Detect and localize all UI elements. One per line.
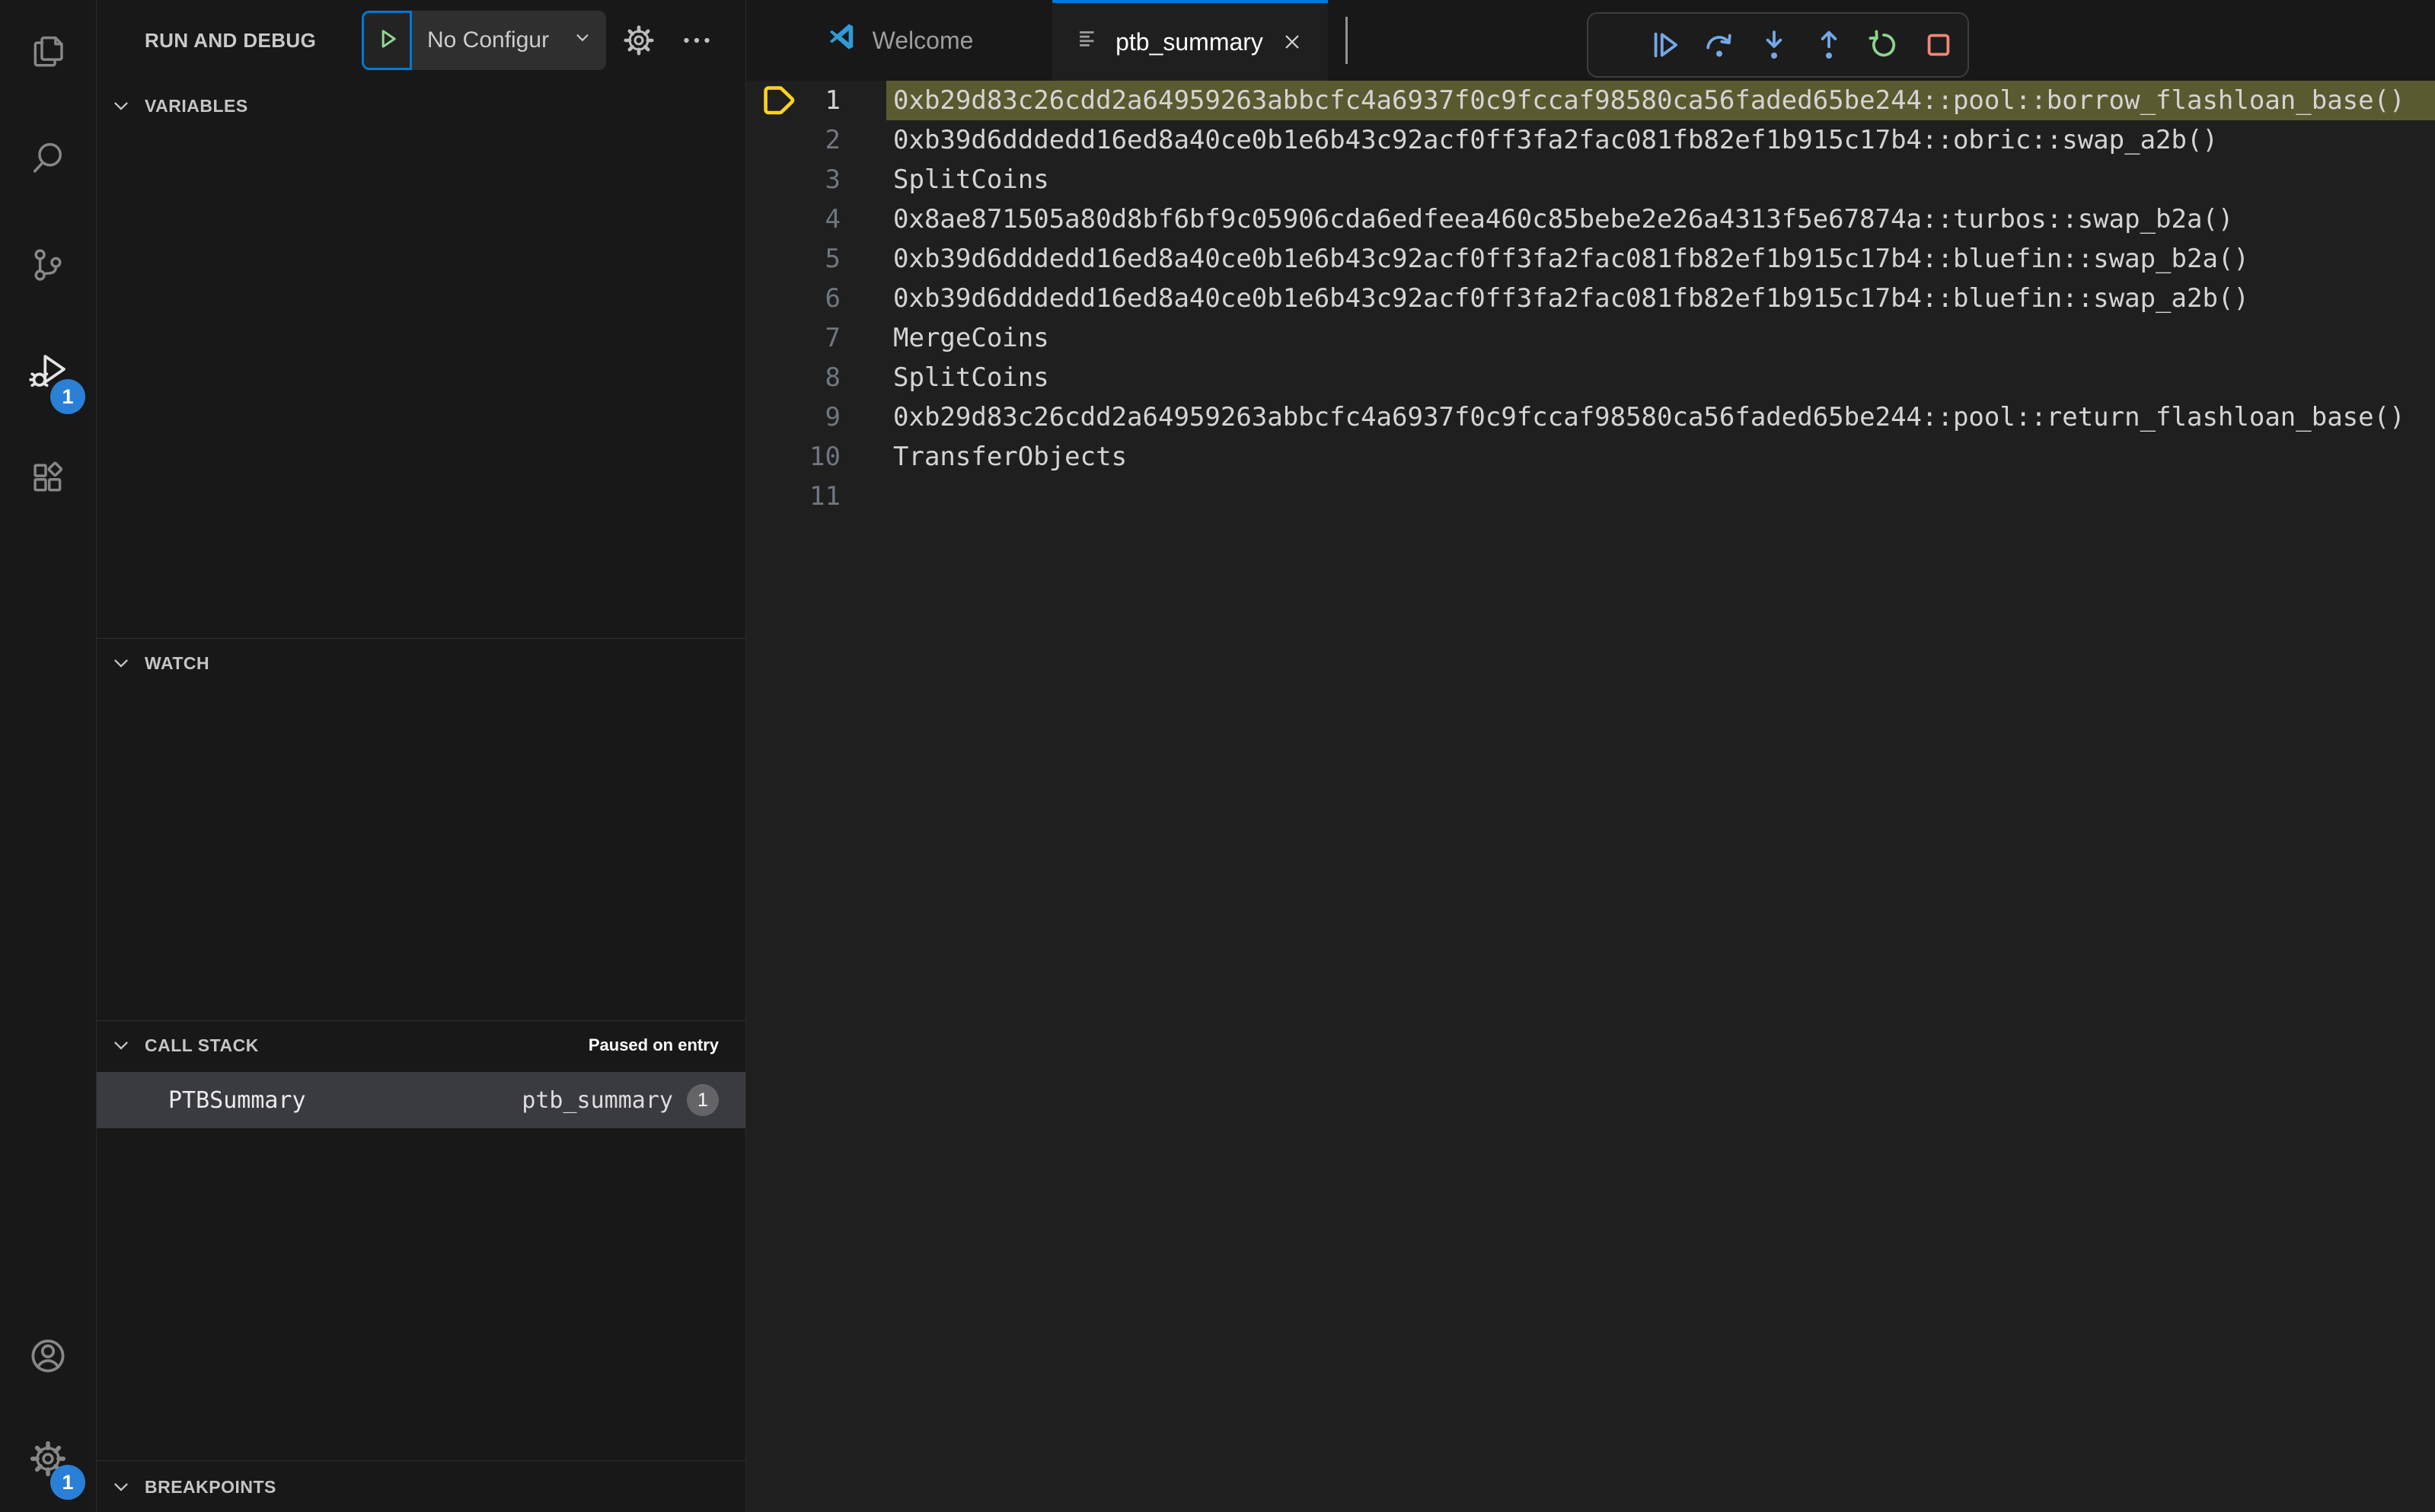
activity-item-account[interactable] xyxy=(0,1306,96,1409)
code-line[interactable]: 5 0xb39d6dddedd16ed8a40ce0b1e6b43c92acf0… xyxy=(746,239,2435,279)
frame-badge: 1 xyxy=(687,1084,719,1116)
activity-bar: 1 1 xyxy=(0,0,97,1512)
config-dropdown[interactable]: No Configur xyxy=(412,11,606,70)
run-debug-sidebar: RUN AND DEBUG No Configur VARIABLES WATC… xyxy=(97,0,746,1512)
stop-button[interactable] xyxy=(1920,27,1957,63)
line-number: 2 xyxy=(825,125,841,155)
code-text: SplitCoins xyxy=(893,362,1049,393)
frame-file: ptb_summary xyxy=(522,1086,673,1114)
launch-config-group: No Configur xyxy=(362,11,606,70)
sidebar-header: RUN AND DEBUG No Configur xyxy=(97,0,745,81)
code-text: 0xb39d6dddedd16ed8a40ce0b1e6b43c92acf0ff… xyxy=(893,283,2249,314)
step-out-button[interactable] xyxy=(1811,27,1847,63)
continue-button[interactable] xyxy=(1646,27,1683,63)
line-number: 8 xyxy=(825,362,841,393)
line-number: 6 xyxy=(825,283,841,314)
chevron-down-icon xyxy=(110,1476,132,1498)
code-line[interactable]: 8 SplitCoins xyxy=(746,358,2435,397)
line-number: 4 xyxy=(825,204,841,234)
close-icon[interactable] xyxy=(1278,28,1306,56)
current-line-arrow-icon xyxy=(762,85,800,120)
sidebar-title: RUN AND DEBUG xyxy=(145,28,317,52)
config-dropdown-label: No Configur xyxy=(427,27,550,53)
activity-item-run-debug[interactable]: 1 xyxy=(0,320,96,426)
code-line[interactable]: 6 0xb39d6dddedd16ed8a40ce0b1e6b43c92acf0… xyxy=(746,279,2435,318)
tab-ptb-summary[interactable]: ptb_summary xyxy=(1052,0,1328,81)
line-number: 11 xyxy=(809,481,841,512)
activity-item-source-control[interactable] xyxy=(0,213,96,320)
tab-welcome[interactable]: Welcome xyxy=(746,0,1052,81)
code-line[interactable]: 11 xyxy=(746,477,2435,516)
explorer-icon xyxy=(28,32,68,75)
code-text: 0xb29d83c26cdd2a64959263abbcfc4a6937f0c9… xyxy=(893,402,2405,432)
tab-drag-indicator xyxy=(1345,17,1348,64)
debug-badge: 1 xyxy=(50,379,85,414)
chevron-down-icon xyxy=(110,95,132,116)
restart-button[interactable] xyxy=(1865,27,1902,63)
section-divider xyxy=(97,1460,745,1461)
code-line[interactable]: 1 0xb29d83c26cdd2a64959263abbcfc4a6937f0… xyxy=(746,81,2435,120)
vscode-logo-icon xyxy=(825,21,857,59)
chevron-down-icon xyxy=(110,1035,132,1056)
chevron-down-icon xyxy=(573,27,592,53)
code-text: SplitCoins xyxy=(893,164,1049,195)
code-text: 0xb39d6dddedd16ed8a40ce0b1e6b43c92acf0ff… xyxy=(893,244,2249,274)
debug-toolbar xyxy=(1587,12,1969,78)
call-stack-frame-row[interactable]: PTBSummary ptb_summary 1 xyxy=(97,1072,745,1128)
more-actions-button[interactable] xyxy=(675,0,718,81)
paused-status: Paused on entry xyxy=(588,1035,719,1054)
activity-item-search[interactable] xyxy=(0,107,96,213)
start-debug-button[interactable] xyxy=(362,11,412,70)
code-text: MergeCoins xyxy=(893,323,1049,353)
file-lines-icon xyxy=(1074,26,1100,58)
tab-label: ptb_summary xyxy=(1115,27,1263,56)
toolbar-drag-handle[interactable] xyxy=(1604,27,1628,63)
tab-label: Welcome xyxy=(872,26,974,54)
account-icon xyxy=(27,1335,69,1381)
debug-settings-gear-button[interactable] xyxy=(618,0,660,81)
activity-item-explorer[interactable] xyxy=(0,0,96,107)
step-over-button[interactable] xyxy=(1701,27,1738,63)
editor-group: Welcome ptb_summary 1 0xb29d83c26cdd2a64… xyxy=(746,0,2435,1512)
play-icon xyxy=(374,26,400,56)
activity-item-settings[interactable]: 1 xyxy=(0,1409,96,1512)
code-line[interactable]: 3 SplitCoins xyxy=(746,160,2435,199)
activity-item-extensions[interactable] xyxy=(0,426,96,533)
search-icon xyxy=(28,139,68,182)
code-text: 0xb39d6dddedd16ed8a40ce0b1e6b43c92acf0ff… xyxy=(893,125,2218,155)
watch-section-header[interactable]: WATCH xyxy=(97,640,745,687)
section-divider xyxy=(97,1020,745,1021)
breakpoints-section-header[interactable]: BREAKPOINTS xyxy=(97,1463,745,1510)
line-number: 5 xyxy=(825,244,841,274)
line-number: 9 xyxy=(825,402,841,432)
frame-name: PTBSummary xyxy=(168,1086,306,1114)
line-number: 3 xyxy=(825,164,841,195)
code-line[interactable]: 2 0xb39d6dddedd16ed8a40ce0b1e6b43c92acf0… xyxy=(746,120,2435,160)
code-text: TransferObjects xyxy=(893,442,1128,472)
source-control-icon xyxy=(28,245,68,289)
code-line[interactable]: 10 TransferObjects xyxy=(746,437,2435,477)
code-area[interactable]: 1 0xb29d83c26cdd2a64959263abbcfc4a6937f0… xyxy=(746,81,2435,516)
code-line[interactable]: 9 0xb29d83c26cdd2a64959263abbcfc4a6937f0… xyxy=(746,397,2435,437)
variables-section-header[interactable]: VARIABLES xyxy=(97,82,745,129)
code-text: 0xb29d83c26cdd2a64959263abbcfc4a6937f0c9… xyxy=(886,81,2435,120)
code-line[interactable]: 7 MergeCoins xyxy=(746,318,2435,358)
line-number: 10 xyxy=(809,442,841,472)
call-stack-section-header[interactable]: CALL STACK Paused on entry xyxy=(97,1022,745,1069)
code-line[interactable]: 4 0x8ae871505a80d8bf6bf9c05906cda6edfeea… xyxy=(746,199,2435,239)
settings-badge: 1 xyxy=(50,1465,85,1500)
step-into-button[interactable] xyxy=(1756,27,1792,63)
extensions-icon xyxy=(28,458,68,502)
line-number: 7 xyxy=(825,323,841,353)
code-text: 0x8ae871505a80d8bf6bf9c05906cda6edfeea46… xyxy=(893,204,2234,234)
chevron-down-icon xyxy=(110,652,132,674)
section-divider xyxy=(97,638,745,639)
